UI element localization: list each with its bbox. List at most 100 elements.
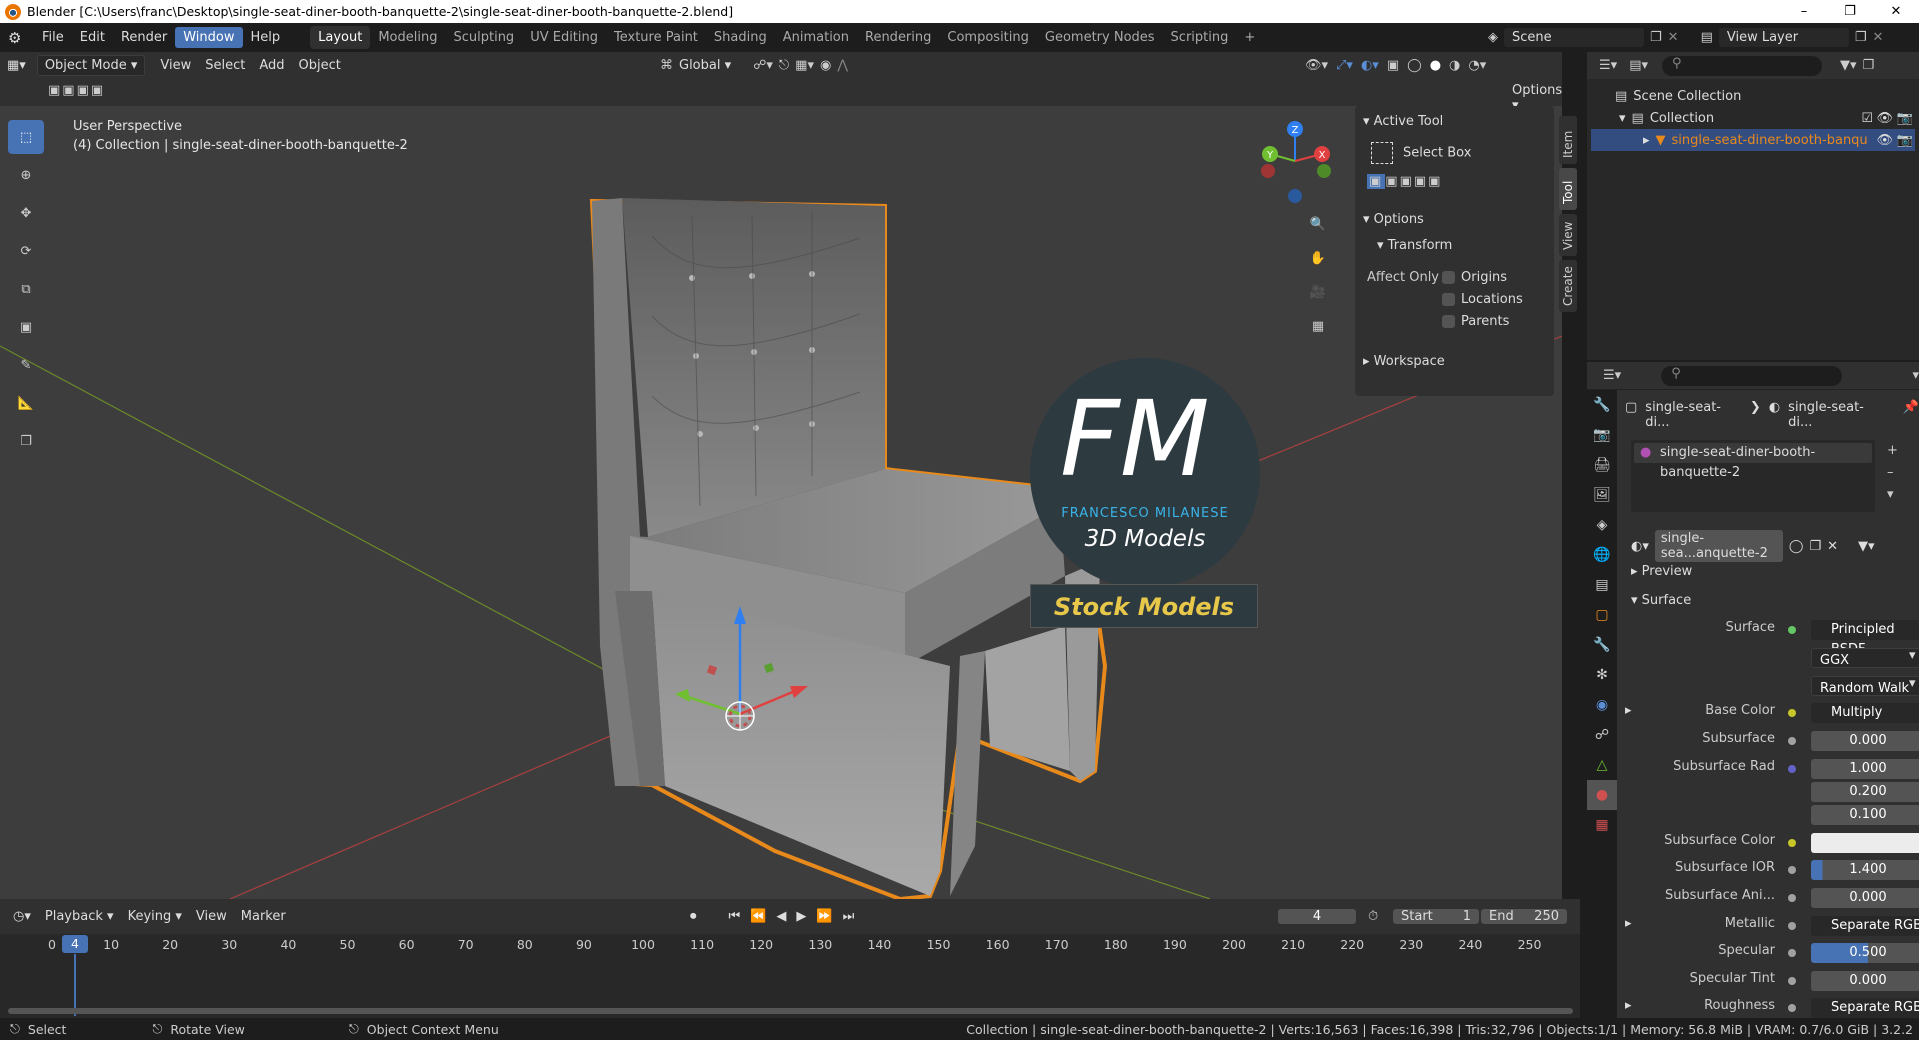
constraints-tab-icon[interactable]: ☍ bbox=[1587, 720, 1617, 750]
visibility-eye-icon[interactable]: 👁 bbox=[1876, 111, 1893, 126]
material-tab-icon[interactable]: ● bbox=[1587, 780, 1617, 810]
transform-tool-icon[interactable]: ▣ bbox=[8, 310, 44, 344]
playhead-frame[interactable]: 4 bbox=[62, 935, 88, 953]
shading-rendered-icon[interactable]: ◔▾ bbox=[1468, 58, 1486, 73]
tab-animation[interactable]: Animation bbox=[775, 26, 857, 49]
origins-checkbox[interactable]: Origins bbox=[1442, 270, 1507, 285]
property-dropdown[interactable]: GGX bbox=[1811, 648, 1919, 668]
scene-new-icon[interactable]: ❐ bbox=[1650, 30, 1662, 45]
tab-geometry-nodes[interactable]: Geometry Nodes bbox=[1037, 26, 1163, 49]
pin-icon[interactable]: 📌 bbox=[1903, 400, 1919, 430]
orientation-icon[interactable]: ⌘ bbox=[660, 58, 673, 73]
jump-start-icon[interactable]: ⏮ bbox=[729, 909, 741, 924]
next-keyframe-icon[interactable]: ⏩ bbox=[816, 909, 832, 924]
view-layer-icon[interactable]: ▤ bbox=[1701, 30, 1713, 45]
tab-sculpting[interactable]: Sculpting bbox=[445, 26, 522, 49]
property-value[interactable]: 1.400 bbox=[1811, 860, 1919, 880]
navigation-gizmo[interactable]: Z X Y bbox=[1250, 116, 1340, 206]
collection-tab-icon[interactable]: ▤ bbox=[1587, 570, 1617, 600]
select-box-tool-icon[interactable]: ⬚ bbox=[8, 120, 44, 154]
gizmo-icon[interactable]: ⤢▾ bbox=[1336, 58, 1353, 73]
material-browse-icon[interactable]: ◐▾ bbox=[1631, 539, 1649, 554]
properties-search-input[interactable]: ⚲ bbox=[1661, 365, 1843, 386]
render-camera-icon[interactable]: 📷 bbox=[1897, 111, 1913, 126]
menu-timeline-view[interactable]: View bbox=[189, 907, 234, 926]
add-workspace-icon[interactable]: + bbox=[1236, 26, 1263, 49]
slot-specials-icon[interactable]: ▾ bbox=[1887, 484, 1898, 506]
tool-tab-icon[interactable]: 🔧 bbox=[1587, 390, 1617, 420]
tab-tool[interactable]: Tool bbox=[1559, 168, 1577, 210]
select-box-row[interactable]: Select Box bbox=[1371, 142, 1471, 164]
menu-view[interactable]: View bbox=[153, 56, 198, 75]
menu-edit[interactable]: Edit bbox=[72, 27, 113, 48]
expand-arrow-icon[interactable]: ▸ bbox=[1625, 916, 1632, 931]
property-value[interactable]: 0.000 bbox=[1811, 731, 1919, 751]
properties-options-icon[interactable]: ▾ bbox=[1912, 368, 1919, 383]
options-header[interactable]: ▾ Options bbox=[1363, 212, 1424, 227]
property-value[interactable]: 0.200 bbox=[1811, 782, 1919, 802]
socket-icon[interactable] bbox=[1788, 866, 1796, 874]
property-value[interactable]: 0.000 bbox=[1811, 971, 1919, 991]
tab-view[interactable]: View bbox=[1559, 214, 1577, 256]
material-slot-list[interactable]: ● single-seat-diner-booth-banquette-2 bbox=[1631, 440, 1875, 512]
property-value[interactable]: Separate RGB bbox=[1811, 998, 1919, 1018]
menu-window[interactable]: Window bbox=[175, 27, 243, 48]
view-layer-new-icon[interactable]: ❐ bbox=[1855, 30, 1867, 45]
physics-tab-icon[interactable]: ◉ bbox=[1587, 690, 1617, 720]
socket-icon[interactable] bbox=[1788, 737, 1796, 745]
unlink-material-icon[interactable]: ✕ bbox=[1827, 539, 1838, 554]
scene-icon[interactable]: ◈ bbox=[1488, 30, 1498, 45]
filter-icon[interactable]: ▼▾ bbox=[1840, 58, 1857, 73]
outliner-row-object[interactable]: ▸ ▼ single-seat-diner-booth-banqu 👁 📷 bbox=[1591, 129, 1915, 151]
prev-keyframe-icon[interactable]: ⏪ bbox=[750, 909, 766, 924]
tab-rendering[interactable]: Rendering bbox=[857, 26, 939, 49]
timeline-scrollbar[interactable] bbox=[8, 1008, 1573, 1014]
tab-texture-paint[interactable]: Texture Paint bbox=[606, 26, 706, 49]
tab-scripting[interactable]: Scripting bbox=[1163, 26, 1237, 49]
expand-arrow-icon[interactable]: ▸ bbox=[1625, 703, 1632, 718]
property-value[interactable]: 0.000 bbox=[1811, 888, 1919, 908]
exclude-checkbox-icon[interactable]: ☑ bbox=[1861, 111, 1873, 126]
zoom-icon[interactable]: 🔍 bbox=[1305, 212, 1331, 238]
property-value[interactable]: Principled BSDF bbox=[1811, 620, 1919, 657]
property-value[interactable] bbox=[1811, 833, 1919, 853]
add-slot-icon[interactable]: + bbox=[1887, 440, 1898, 462]
tab-shading[interactable]: Shading bbox=[706, 26, 775, 49]
tab-create[interactable]: Create bbox=[1559, 260, 1577, 312]
minimize-icon[interactable]: – bbox=[1781, 0, 1827, 23]
menu-marker[interactable]: Marker bbox=[234, 907, 293, 926]
surface-header[interactable]: ▾ Surface bbox=[1631, 593, 1691, 608]
particles-tab-icon[interactable]: ✻ bbox=[1587, 660, 1617, 690]
scale-tool-icon[interactable]: ⧉ bbox=[8, 272, 44, 306]
snap-target-icon[interactable]: ▦▾ bbox=[795, 58, 814, 73]
property-value[interactable]: 1.000 bbox=[1811, 759, 1919, 779]
menu-help[interactable]: Help bbox=[243, 27, 289, 48]
modifier-tab-icon[interactable]: 🔧 bbox=[1587, 630, 1617, 660]
property-value[interactable]: Multiply bbox=[1811, 703, 1919, 723]
object-render-camera-icon[interactable]: 📷 bbox=[1897, 133, 1913, 148]
workspace-header[interactable]: ▸ Workspace bbox=[1363, 354, 1445, 369]
proportional-edit-icon[interactable]: ◉ bbox=[820, 58, 831, 73]
play-reverse-icon[interactable]: ◀ bbox=[776, 909, 786, 924]
rotate-tool-icon[interactable]: ⟳ bbox=[8, 234, 44, 268]
properties-editor-icon[interactable]: ☰▾ bbox=[1603, 368, 1621, 383]
playhead-line[interactable] bbox=[74, 954, 76, 1016]
socket-icon[interactable] bbox=[1788, 894, 1796, 902]
outliner-editor-icon[interactable]: ☰▾ bbox=[1599, 58, 1617, 73]
socket-icon[interactable] bbox=[1788, 839, 1796, 847]
menu-file[interactable]: File bbox=[34, 27, 72, 48]
grid-perspective-icon[interactable]: ▦ bbox=[1305, 314, 1331, 340]
tab-item[interactable]: Item bbox=[1559, 116, 1577, 164]
view-layer-field[interactable]: View Layer bbox=[1718, 28, 1849, 47]
render-tab-icon[interactable]: 📷 bbox=[1587, 420, 1617, 450]
orientation-dropdown[interactable]: Global ▾ bbox=[679, 58, 731, 73]
property-value[interactable]: Separate RGB bbox=[1811, 916, 1919, 936]
maximize-icon[interactable]: ❐ bbox=[1827, 0, 1873, 23]
view-layer-tab-icon[interactable]: 🖼 bbox=[1587, 480, 1617, 510]
fake-user-icon[interactable]: ◯ bbox=[1789, 539, 1804, 554]
record-icon[interactable]: ⏺ bbox=[690, 909, 697, 924]
world-tab-icon[interactable]: 🌐 bbox=[1587, 540, 1617, 570]
snap-icon[interactable]: ⎋ bbox=[779, 58, 789, 73]
socket-icon[interactable] bbox=[1788, 977, 1796, 985]
socket-icon[interactable] bbox=[1788, 949, 1796, 957]
